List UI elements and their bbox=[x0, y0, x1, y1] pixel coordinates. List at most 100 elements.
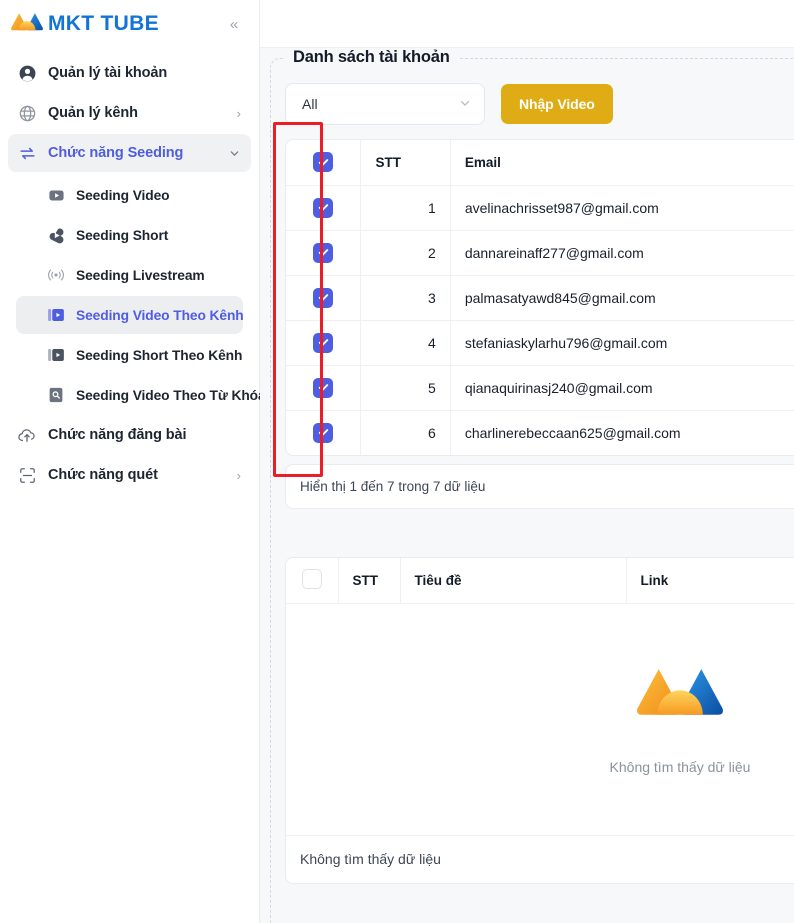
row-checkbox[interactable] bbox=[313, 287, 334, 308]
row-checkbox[interactable] bbox=[313, 242, 334, 263]
videos-empty-state: Không tìm thấy dữ liệu bbox=[286, 603, 794, 836]
videos-table: STT Tiêu đề Link bbox=[286, 558, 794, 604]
sidebar-item-seeding-video-theo-kenh[interactable]: Seeding Video Theo Kênh bbox=[16, 296, 244, 334]
sidebar-item-chuc-nang-dang-bai[interactable]: Chức năng đăng bài bbox=[8, 416, 251, 454]
video-stack-icon bbox=[46, 305, 66, 325]
sidebar-item-label: Seeding Video bbox=[76, 187, 170, 203]
select-all-header-cell bbox=[286, 558, 339, 604]
row-stt: 2 bbox=[360, 230, 451, 276]
sidebar-item-quan-ly-tai-khoan[interactable]: Quản lý tài khoản bbox=[8, 54, 251, 92]
exchange-arrows-icon bbox=[16, 142, 38, 164]
sidebar-item-label: Seeding Short bbox=[76, 227, 169, 243]
select-all-checkbox[interactable] bbox=[301, 568, 322, 589]
sidebar-item-label: Seeding Livestream bbox=[76, 267, 205, 283]
table-header-row: STT Tiêu đề Link bbox=[286, 558, 794, 604]
row-checkbox-cell bbox=[286, 185, 362, 231]
sidebar-item-quan-ly-kenh[interactable]: Quản lý kênh › bbox=[8, 94, 251, 132]
app-root: MKT TUBE « Quản lý tài khoản Quản lý kên… bbox=[0, 0, 794, 923]
pagination-summary: Hiển thị 1 đến 7 trong 7 dữ liệu bbox=[300, 479, 486, 494]
user-circle-icon bbox=[16, 62, 38, 84]
table-row: 2 dannareinaff277@gmail.com bbox=[286, 230, 794, 276]
sidebar-submenu-seeding: Seeding Video Seeding Short Seeding Live… bbox=[8, 174, 266, 414]
empty-state-text: Không tìm thấy dữ liệu bbox=[609, 759, 751, 775]
chevron-down-icon bbox=[458, 96, 472, 112]
panel-toolbar: All Nhập Video bbox=[285, 83, 794, 125]
row-checkbox-cell bbox=[286, 365, 362, 411]
sidebar-item-seeding-livestream[interactable]: Seeding Livestream bbox=[16, 256, 243, 294]
accounts-table: STT Email 1 avelinachrisset987@gmail.com 2… bbox=[286, 140, 794, 455]
sidebar-item-label: Seeding Video Theo Từ Khóa bbox=[76, 387, 266, 403]
row-stt: 5 bbox=[360, 365, 451, 411]
brand-name: MKT TUBE bbox=[48, 12, 159, 35]
sidebar-item-seeding-short-theo-kenh[interactable]: Seeding Short Theo Kênh bbox=[16, 336, 243, 374]
row-stt: 1 bbox=[360, 185, 451, 231]
row-email: palmasatyawd845@gmail.com bbox=[450, 275, 794, 321]
account-filter-select[interactable]: All bbox=[285, 83, 485, 125]
livestream-broadcast-icon bbox=[46, 265, 66, 285]
row-checkbox[interactable] bbox=[313, 332, 334, 353]
videos-footer-bar: Không tìm thấy dữ liệu bbox=[286, 835, 794, 883]
row-email: avelinachrisset987@gmail.com bbox=[450, 185, 794, 231]
row-email: qianaquirinasj240@gmail.com bbox=[450, 365, 794, 411]
youtube-play-icon bbox=[46, 185, 66, 205]
column-header-stt: STT bbox=[360, 140, 451, 186]
document-search-icon bbox=[46, 385, 66, 405]
row-checkbox[interactable] bbox=[313, 422, 334, 443]
row-email: charlinerebeccaan625@gmail.com bbox=[464, 424, 681, 441]
row-checkbox[interactable] bbox=[313, 377, 334, 398]
videos-table-card: STT Tiêu đề Link Không tìm thấy dữ liệu … bbox=[285, 557, 794, 884]
sidebar-item-chuc-nang-quet[interactable]: Chức năng quét › bbox=[8, 456, 251, 494]
column-header-email: Email bbox=[450, 140, 794, 186]
sidebar-item-label: Quản lý kênh bbox=[48, 105, 138, 121]
sidebar-item-label: Chức năng quét bbox=[48, 467, 158, 483]
row-stt: 6 bbox=[360, 410, 451, 455]
row-stt: 3 bbox=[360, 275, 451, 321]
accounts-pagination-bar: Hiển thị 1 đến 7 trong 7 dữ liệu bbox=[285, 464, 794, 509]
sidebar-collapse-icon[interactable]: « bbox=[225, 15, 243, 33]
table-row: 1 avelinachrisset987@gmail.com bbox=[286, 185, 794, 231]
sidebar: MKT TUBE « Quản lý tài khoản Quản lý kên… bbox=[0, 0, 266, 923]
content-scroll-area: Danh sách tài khoản All Nhập Video STT E… bbox=[260, 48, 794, 923]
sidebar-item-seeding-video-theo-tu-khoa[interactable]: Seeding Video Theo Từ Khóa bbox=[16, 376, 266, 414]
accounts-panel: Danh sách tài khoản All Nhập Video STT E… bbox=[270, 48, 794, 923]
table-row: 6 charlinerebeccaan625@gmail.com bbox=[286, 410, 794, 455]
import-video-button[interactable]: Nhập Video bbox=[501, 84, 613, 124]
videos-footer-text: Không tìm thấy dữ liệu bbox=[300, 851, 441, 867]
mkt-mountain-logo-icon bbox=[10, 11, 44, 37]
row-checkbox-cell bbox=[286, 230, 362, 276]
row-email: stefaniaskylarhu796@gmail.com bbox=[450, 320, 794, 366]
sidebar-nav-top: Quản lý tài khoản Quản lý kênh › Chức nă bbox=[0, 48, 266, 494]
chevron-down-icon bbox=[228, 147, 241, 160]
sidebar-item-seeding-video[interactable]: Seeding Video bbox=[16, 176, 243, 214]
row-checkbox-cell bbox=[286, 410, 362, 455]
page-title: Danh sách tài khoản bbox=[285, 48, 458, 67]
column-header-title: Tiêu đề bbox=[400, 558, 627, 604]
chevron-right-icon: › bbox=[236, 105, 241, 121]
row-checkbox-cell bbox=[286, 275, 362, 321]
sidebar-item-label: Quản lý tài khoản bbox=[48, 65, 168, 81]
chevron-right-icon: › bbox=[236, 467, 241, 483]
mkt-mountain-logo-icon bbox=[632, 663, 728, 733]
sidebar-item-chuc-nang-seeding[interactable]: Chức năng Seeding bbox=[8, 134, 251, 172]
accounts-table-body: 1 avelinachrisset987@gmail.com 2 dannareina… bbox=[286, 185, 794, 455]
sidebar-item-label: Seeding Video Theo Kênh bbox=[76, 307, 244, 323]
row-stt: 4 bbox=[360, 320, 451, 366]
globe-icon bbox=[16, 102, 38, 124]
shorts-icon bbox=[46, 225, 66, 245]
select-all-checkbox[interactable] bbox=[313, 152, 334, 173]
column-header-stt: STT bbox=[338, 558, 401, 604]
table-row: 3 palmasatyawd845@gmail.com bbox=[286, 275, 794, 321]
sidebar-item-label: Chức năng đăng bài bbox=[48, 427, 187, 443]
brand-header: MKT TUBE « bbox=[0, 0, 259, 48]
sidebar-item-label: Seeding Short Theo Kênh bbox=[76, 347, 243, 363]
cloud-upload-icon bbox=[16, 424, 38, 446]
main-area: Danh sách tài khoản All Nhập Video STT E… bbox=[260, 0, 794, 923]
column-header-link: Link bbox=[626, 558, 794, 604]
sidebar-item-seeding-short[interactable]: Seeding Short bbox=[16, 216, 243, 254]
table-header-row: STT Email bbox=[286, 140, 794, 186]
table-row: 5 qianaquirinasj240@gmail.com bbox=[286, 365, 794, 411]
scan-frame-icon bbox=[16, 464, 38, 486]
sidebar-item-label: Chức năng Seeding bbox=[48, 145, 184, 161]
row-checkbox[interactable] bbox=[313, 197, 334, 218]
table-row: 4 stefaniaskylarhu796@gmail.com bbox=[286, 320, 794, 366]
